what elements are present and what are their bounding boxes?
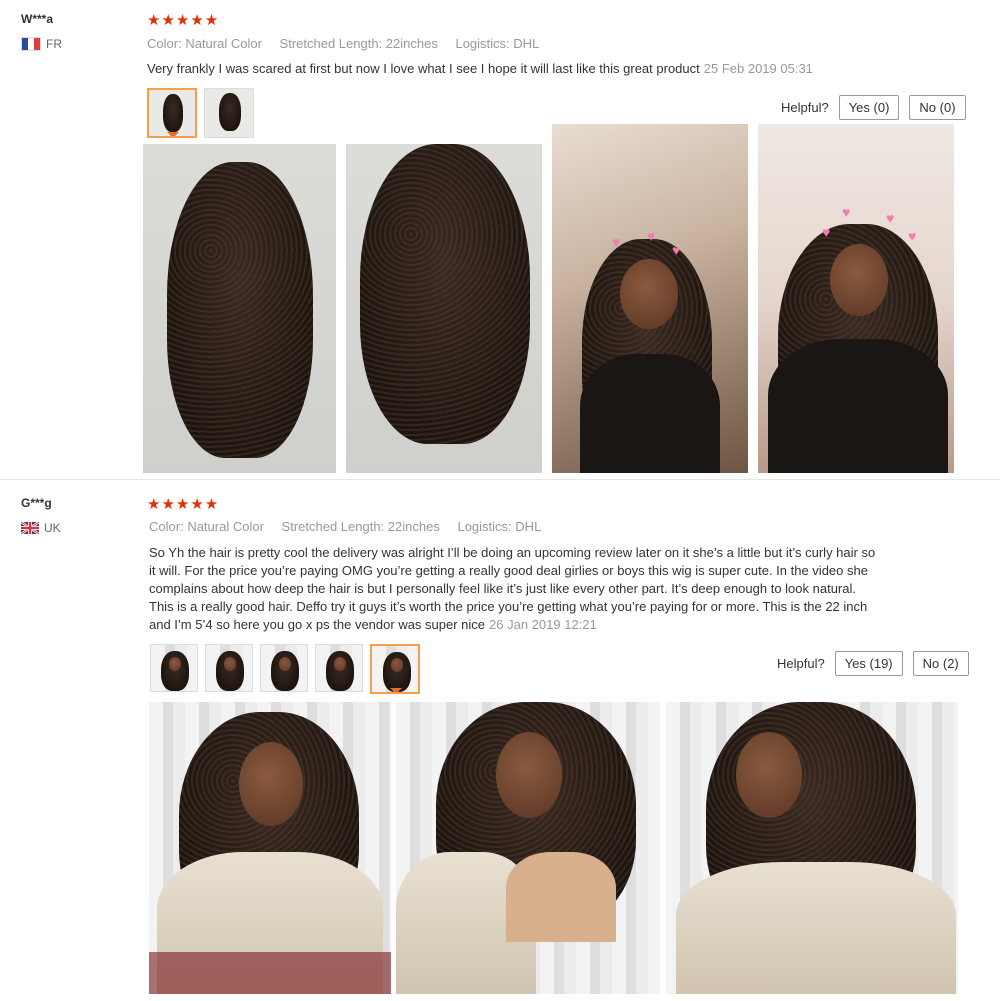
review-date: 26 Jan 2019 12:21 [489,617,597,632]
attr-color: Color: Natural Color [149,519,264,534]
heart-icon: ♥ [886,210,895,226]
uk-flag-icon [21,522,39,534]
country-code: UK [44,521,61,535]
thumbnail[interactable] [260,644,308,692]
thumbnail[interactable] [315,644,363,692]
review-photo[interactable] [396,702,660,994]
reviewer-country: UK [21,521,61,535]
review-photo[interactable] [666,702,958,994]
review-photo[interactable] [149,702,391,994]
thumbnail[interactable] [370,644,420,694]
review-thumbnails [150,644,420,694]
country-code: FR [46,37,62,51]
attr-length: Stretched Length: 22inches [281,519,440,534]
thumbnail[interactable] [150,644,198,692]
review-divider [0,479,1000,480]
helpful-label: Helpful? [781,100,829,115]
thumbnail[interactable] [147,88,197,138]
review-text: Very frankly I was scared at first but n… [147,61,813,76]
review-text: So Yh the hair is pretty cool the delive… [149,545,876,632]
review-photo[interactable] [143,144,336,473]
heart-icon: ♥ [672,242,681,258]
star-rating: ★★★★★ [147,496,220,513]
vote-no-button[interactable]: No (0) [909,95,966,120]
thumbnail[interactable] [204,88,254,138]
heart-icon: ♥ [822,224,831,240]
reviewer-country: FR [21,37,62,51]
vote-yes-button[interactable]: Yes (0) [838,95,900,120]
star-rating: ★★★★★ [147,12,220,29]
review-photo[interactable] [346,144,542,473]
vote-yes-button[interactable]: Yes (19) [834,651,903,676]
review-date: 25 Feb 2019 05:31 [703,61,813,76]
review-2: G***g UK ★★★★★ Color: Natural Color Stre… [0,482,1000,1001]
attr-length: Stretched Length: 22inches [279,36,438,51]
attr-color: Color: Natural Color [147,36,262,51]
review-attributes: Color: Natural Color Stretched Length: 2… [149,519,555,534]
helpful-votes: Helpful? Yes (19) No (2) [777,651,969,676]
review-thumbnails [147,88,254,138]
vote-no-button[interactable]: No (2) [912,651,969,676]
attr-logistics: Logistics: DHL [455,36,540,51]
thumbnail[interactable] [205,644,253,692]
helpful-label: Helpful? [777,656,825,671]
review-photo[interactable]: ♥ ♥ ♥ [552,124,748,473]
review-1: W***a FR ★★★★★ Color: Natural Color Stre… [0,0,1000,478]
reviewer-name: G***g [21,496,52,510]
review-photo[interactable]: ♥ ♥ ♥ ♥ [758,124,954,473]
helpful-votes: Helpful? Yes (0) No (0) [781,95,966,120]
heart-icon: ♥ [612,234,621,250]
heart-icon: ♥ [908,228,917,244]
france-flag-icon [21,37,41,51]
heart-icon: ♥ [842,204,851,220]
review-attributes: Color: Natural Color Stretched Length: 2… [147,36,553,51]
attr-logistics: Logistics: DHL [457,519,542,534]
reviewer-name: W***a [21,12,54,26]
heart-icon: ♥ [647,228,656,244]
